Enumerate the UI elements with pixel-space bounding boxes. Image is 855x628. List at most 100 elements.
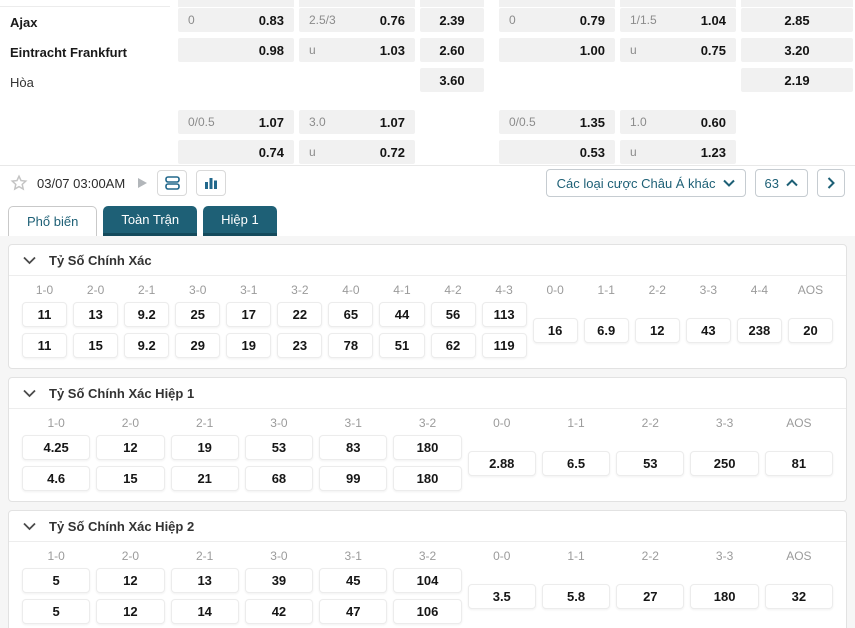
score-odds-cell-away[interactable]: 21 (170, 466, 239, 491)
score-odds-cell-away[interactable]: 14 (170, 599, 239, 624)
odds-cell[interactable]: 0 0.79 (499, 8, 615, 32)
score-odds-cell-home[interactable]: 180 (393, 435, 462, 460)
score-odds-cell-away[interactable]: 180 (393, 466, 462, 491)
score-odds-cell-home[interactable]: 13 (170, 568, 239, 593)
odds-cell[interactable]: 2.60 (420, 38, 484, 62)
odds-cell[interactable]: 0.53 (499, 140, 615, 164)
score-odds-cell-away[interactable]: 15 (96, 466, 165, 491)
stats-button[interactable] (196, 170, 227, 196)
next-button[interactable] (817, 169, 845, 197)
score-odds-cell-home[interactable]: 39 (244, 568, 314, 593)
cropped-cell (299, 0, 415, 7)
score-odds-cell-away[interactable]: 15 (73, 333, 119, 358)
score-odds-cell-home[interactable]: 44 (379, 302, 425, 327)
odds-cell[interactable]: 2.19 (741, 68, 853, 92)
score-odds-cell-draw[interactable]: 6.9 (583, 317, 629, 343)
score-odds-cell-draw[interactable]: 5.8 (541, 583, 611, 609)
score-odds-cell-home[interactable]: 113 (481, 302, 527, 327)
odds-cell[interactable]: 1.00 (499, 38, 615, 62)
score-odds-cell-home[interactable]: 12 (96, 435, 165, 460)
score-odds-cell-away[interactable]: 23 (277, 333, 323, 358)
odds-value: 2.60 (439, 42, 465, 58)
odds-cell[interactable]: u 1.23 (620, 140, 736, 164)
score-odds-cell-draw[interactable]: 3.5 (467, 583, 536, 609)
score-odds-cell-home[interactable]: 104 (393, 568, 462, 593)
odds-cell[interactable]: u 0.72 (299, 140, 415, 164)
odds-cell[interactable]: 0 0.83 (178, 8, 294, 32)
score-odds-cell-draw[interactable]: 81 (764, 450, 833, 476)
score-odds-cell-away[interactable]: 5 (22, 599, 91, 624)
tab-hiep-1[interactable]: Hiệp 1 (203, 206, 277, 236)
odds-cell[interactable]: 0/0.5 1.07 (178, 110, 294, 134)
score-odds-cell-away[interactable]: 47 (319, 599, 388, 624)
odds-cell[interactable]: 1.0 0.60 (620, 110, 736, 134)
score-odds-cell-home[interactable]: 56 (430, 302, 476, 327)
panel-header[interactable]: Tỷ Số Chính Xác (9, 245, 846, 276)
score-odds-cell-home[interactable]: 13 (73, 302, 119, 327)
cropped-cell (420, 0, 484, 7)
score-odds-cell-draw[interactable]: 238 (736, 317, 782, 343)
score-odds-cell-home[interactable]: 17 (226, 302, 272, 327)
score-odds-cell-home[interactable]: 5 (22, 568, 91, 593)
score-odds-cell-draw[interactable]: 43 (685, 317, 731, 343)
score-odds-cell-draw[interactable]: 53 (616, 450, 685, 476)
odds-cell[interactable]: u 0.75 (620, 38, 736, 62)
score-odds-cell-draw[interactable]: 32 (764, 583, 833, 609)
score-odds-cell-away[interactable]: 51 (379, 333, 425, 358)
score-odds-cell-home[interactable]: 83 (319, 435, 388, 460)
play-icon[interactable] (136, 177, 148, 189)
score-odds-cell-home[interactable]: 65 (328, 302, 374, 327)
score-odds-cell-draw[interactable]: 20 (787, 317, 833, 343)
score-odds-cell-home[interactable]: 45 (319, 568, 388, 593)
score-odds-cell-away[interactable]: 9.2 (124, 333, 170, 358)
odds-cell[interactable]: u 1.03 (299, 38, 415, 62)
score-odds-cell-draw[interactable]: 12 (634, 317, 680, 343)
market-count-toggle[interactable]: 63 (754, 169, 808, 197)
odds-cell[interactable]: 3.0 1.07 (299, 110, 415, 134)
score-odds-cell-draw[interactable]: 250 (690, 450, 759, 476)
score-odds-cell-away[interactable]: 4.6 (22, 466, 91, 491)
score-odds-cell-away[interactable]: 42 (244, 599, 314, 624)
score-odds-cell-home[interactable]: 9.2 (124, 302, 170, 327)
score-odds-cell-home[interactable]: 25 (175, 302, 221, 327)
asian-odds-dropdown[interactable]: Các loại cược Châu Á khác (545, 169, 746, 197)
score-odds-cell-home[interactable]: 53 (244, 435, 314, 460)
score-odds-cell-away[interactable]: 68 (244, 466, 314, 491)
odds-cell[interactable]: 3.60 (420, 68, 484, 92)
odds-value: 0.72 (379, 144, 405, 160)
panel-header[interactable]: Tỷ Số Chính Xác Hiệp 2 (9, 511, 846, 542)
score-odds-cell-draw[interactable]: 27 (616, 583, 685, 609)
odds-cell[interactable]: 2.39 (420, 8, 484, 32)
score-odds-cell-draw[interactable]: 6.5 (541, 450, 611, 476)
score-odds-cell-home[interactable]: 19 (170, 435, 239, 460)
odds-cell[interactable]: 2.5/3 0.76 (299, 8, 415, 32)
score-odds-cell-away[interactable]: 106 (393, 599, 462, 624)
score-odds-cell-draw[interactable]: 180 (690, 583, 759, 609)
odds-cell[interactable]: 2.85 (741, 8, 853, 32)
odds-cell[interactable]: 0.98 (178, 38, 294, 62)
odds-cell[interactable]: 3.20 (741, 38, 853, 62)
score-odds-cell-away[interactable]: 99 (319, 466, 388, 491)
star-icon[interactable] (10, 174, 28, 192)
odds-history-button[interactable] (157, 170, 188, 196)
odds-cell[interactable]: 0.74 (178, 140, 294, 164)
score-odds-cell-away[interactable]: 11 (22, 333, 68, 358)
score-odds-cell-away[interactable]: 78 (328, 333, 374, 358)
score-odds-cell-draw[interactable]: 2.88 (467, 450, 536, 476)
tab-toan-tran[interactable]: Toàn Trận (103, 206, 198, 236)
odds-cell[interactable]: 1/1.5 1.04 (620, 8, 736, 32)
score-odds-cell-home[interactable]: 12 (96, 568, 165, 593)
score-odds-cell-away[interactable]: 119 (481, 333, 527, 358)
score-odds-cell-draw[interactable]: 16 (532, 317, 578, 343)
score-odds-cell-away[interactable]: 12 (96, 599, 165, 624)
score-odds-cell-home[interactable]: 4.25 (22, 435, 91, 460)
score-odds-cell-home[interactable]: 11 (22, 302, 68, 327)
panel-header[interactable]: Tỷ Số Chính Xác Hiệp 1 (9, 378, 846, 409)
divider (489, 0, 494, 7)
score-odds-cell-away[interactable]: 62 (430, 333, 476, 358)
score-odds-cell-home[interactable]: 22 (277, 302, 323, 327)
score-odds-cell-away[interactable]: 19 (226, 333, 272, 358)
score-odds-cell-away[interactable]: 29 (175, 333, 221, 358)
odds-cell[interactable]: 0/0.5 1.35 (499, 110, 615, 134)
tab-pho-bien[interactable]: Phổ biến (8, 206, 98, 236)
